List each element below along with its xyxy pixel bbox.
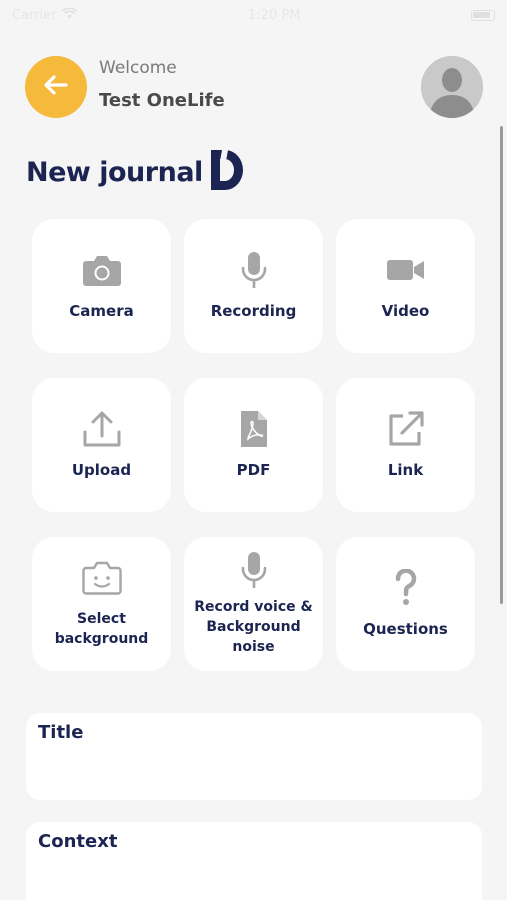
wifi-icon [62, 6, 78, 23]
tile-label: Recording [210, 302, 297, 320]
camera-tile[interactable]: Camera [32, 219, 171, 353]
user-name: Test OneLife [99, 90, 225, 111]
context-field[interactable]: Context [26, 822, 482, 900]
recording-tile[interactable]: Recording [184, 219, 323, 353]
status-time: 1:20 PM [248, 7, 301, 23]
upload-icon [82, 410, 122, 448]
external-link-icon [386, 410, 426, 448]
questions-tile[interactable]: Questions [336, 537, 475, 671]
page-title: New journal [26, 156, 203, 188]
page-title-row: New journal [26, 150, 243, 194]
battery-icon [470, 9, 495, 21]
tile-label: Video [381, 302, 430, 320]
microphone-icon [234, 551, 274, 589]
question-mark-icon [386, 569, 426, 607]
arrow-left-icon [43, 74, 69, 100]
title-field[interactable]: Title [26, 713, 482, 800]
camera-icon [82, 251, 122, 289]
scrollbar[interactable] [500, 126, 503, 604]
journal-type-grid: Camera Recording Video Upload PDF Link S… [32, 219, 476, 671]
tile-label: Link [387, 461, 424, 479]
microphone-icon [234, 251, 274, 289]
welcome-text: Welcome [99, 58, 177, 78]
tile-label: Camera [69, 302, 134, 320]
pdf-tile[interactable]: PDF [184, 378, 323, 512]
tile-label: Record voice & Background noise [194, 599, 313, 655]
select-background-tile[interactable]: Select background [32, 537, 171, 671]
tile-label: PDF [236, 461, 271, 479]
upload-tile[interactable]: Upload [32, 378, 171, 512]
avatar[interactable] [421, 56, 483, 118]
link-tile[interactable]: Link [336, 378, 475, 512]
carrier-label: Carrier [12, 7, 57, 23]
journal-logo-icon [210, 150, 243, 194]
background-face-icon [81, 559, 122, 597]
person-silhouette-icon [421, 56, 483, 118]
tile-label: Select background [54, 611, 149, 647]
tile-label: Questions [363, 620, 448, 638]
record-voice-background-tile[interactable]: Record voice & Background noise [184, 537, 323, 671]
back-button[interactable] [25, 56, 87, 118]
video-camera-icon [386, 251, 426, 289]
status-left: Carrier [12, 6, 78, 23]
pdf-file-icon [234, 410, 274, 448]
tile-label: Upload [71, 461, 132, 479]
title-field-label: Title [38, 722, 84, 743]
context-field-label: Context [38, 831, 118, 852]
video-tile[interactable]: Video [336, 219, 475, 353]
status-bar: Carrier 1:20 PM [0, 0, 507, 30]
